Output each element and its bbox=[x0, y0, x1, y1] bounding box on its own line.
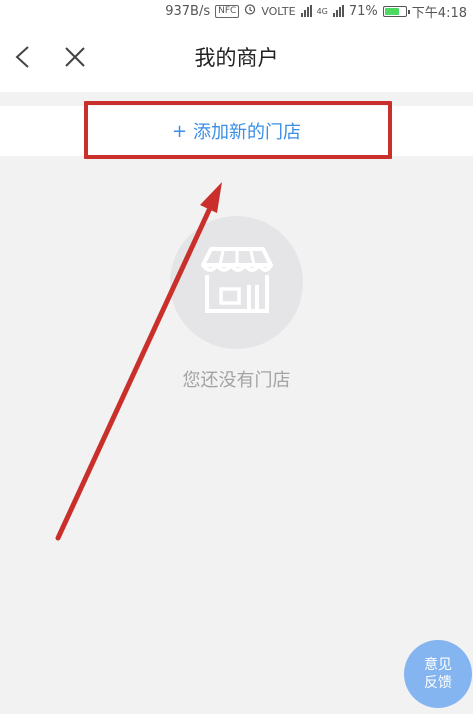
status-bar: 937B/s NFC VOLTE 4G 71% 下午4:18 bbox=[0, 0, 473, 22]
empty-state-circle bbox=[170, 216, 303, 349]
battery-icon bbox=[382, 5, 410, 17]
battery-percent: 71% bbox=[348, 3, 378, 19]
page-title: 我的商户 bbox=[194, 46, 279, 70]
volte-label: VOLTE bbox=[261, 4, 296, 18]
highlight-box bbox=[84, 101, 392, 159]
clock: 下午4:18 bbox=[411, 5, 467, 21]
signal-4g-label: 4G bbox=[316, 6, 328, 16]
storefront-icon bbox=[199, 245, 275, 321]
nav-bar: 我的商户 bbox=[0, 22, 473, 92]
chevron-left-icon[interactable] bbox=[12, 44, 36, 70]
signal-icon bbox=[300, 5, 312, 17]
alarm-icon bbox=[244, 3, 256, 19]
feedback-label-line1: 意见 bbox=[424, 657, 452, 673]
nfc-badge: NFC bbox=[215, 4, 240, 18]
feedback-label-line2: 反馈 bbox=[424, 675, 452, 691]
signal-4g-icon bbox=[332, 5, 344, 17]
network-speed: 937B/s bbox=[165, 3, 211, 19]
empty-state-message: 您还没有门店 bbox=[182, 370, 291, 391]
feedback-button[interactable]: 意见 反馈 bbox=[404, 640, 472, 708]
close-icon[interactable] bbox=[62, 44, 88, 70]
